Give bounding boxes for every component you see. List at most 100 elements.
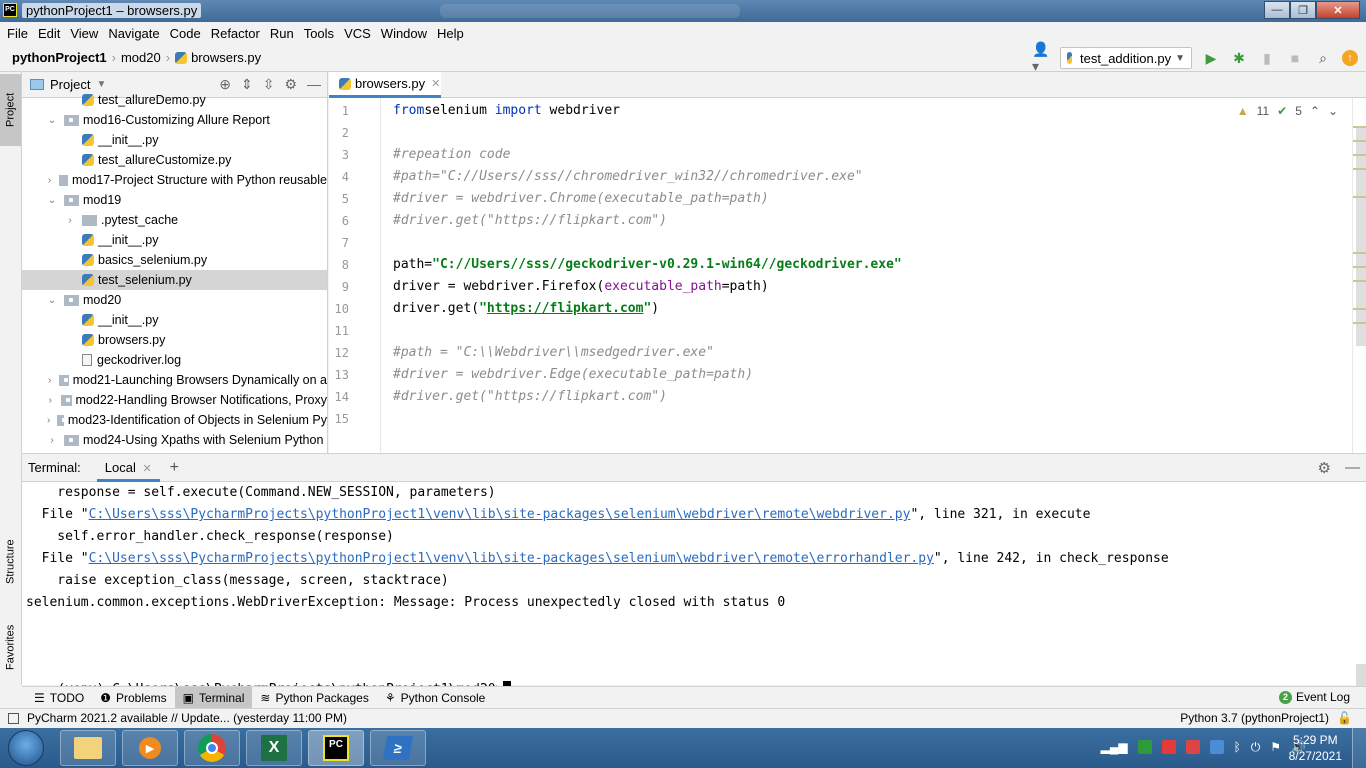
menu-refactor[interactable]: Refactor — [206, 26, 265, 41]
anydesk-icon[interactable] — [1161, 740, 1176, 754]
terminal-tab-local[interactable]: Local ✕ — [96, 454, 160, 482]
breadcrumb-folder[interactable]: mod20 — [121, 50, 161, 65]
restore-button[interactable]: ❐ — [1290, 1, 1316, 19]
taskbar-file-explorer[interactable] — [60, 730, 116, 766]
minimize-button[interactable]: — — [1264, 1, 1290, 19]
network-icon[interactable] — [1209, 740, 1224, 754]
close-tab-icon[interactable]: ✕ — [431, 77, 440, 90]
code-line[interactable]: #path = "C:\\Webdriver\\msedgedriver.exe… — [393, 342, 714, 364]
update-icon[interactable]: ↑ — [1342, 50, 1358, 66]
file-path-link[interactable]: C:\Users\sss\PycharmProjects\pythonProje… — [89, 551, 934, 566]
tool-tab-terminal[interactable]: ▣ Terminal — [174, 686, 253, 709]
code-line[interactable]: fromselenium import webdriver — [393, 100, 620, 122]
favorites-tool-tab[interactable]: Favorites — [0, 612, 21, 682]
signal-icon[interactable]: ▂▄▆ — [1101, 740, 1128, 755]
next-highlight-icon[interactable]: ⌄ — [1328, 104, 1338, 118]
power-icon[interactable]: ⏻ — [1251, 740, 1261, 755]
tree-item[interactable]: __init__.py — [22, 130, 327, 150]
debug-icon[interactable]: ✱ — [1230, 49, 1248, 67]
previous-highlight-icon[interactable]: ⌃ — [1310, 104, 1320, 118]
bluetooth-icon[interactable]: ᛒ — [1234, 740, 1241, 755]
warning-marker[interactable] — [1353, 322, 1366, 324]
tree-item[interactable]: ⌄ mod19 — [22, 190, 327, 210]
editor-tab-browsers[interactable]: browsers.py ✕ — [329, 72, 441, 98]
chevron-down-icon[interactable]: ⌄ — [46, 295, 58, 306]
chevron-down-icon[interactable]: ⌄ — [46, 115, 58, 126]
code-line[interactable]: #driver.get("https://flipkart.com") — [393, 210, 667, 232]
tree-item[interactable]: ⌄ mod20 — [22, 290, 327, 310]
search-icon[interactable]: ⌕ — [1314, 49, 1332, 67]
menu-file[interactable]: File — [2, 26, 33, 41]
user-icon[interactable]: 👤▾ — [1032, 41, 1050, 74]
menu-run[interactable]: Run — [265, 26, 299, 41]
chevron-down-icon[interactable]: ▼ — [96, 79, 106, 90]
breadcrumb-project[interactable]: pythonProject1 — [12, 50, 107, 65]
taskbar-chrome[interactable] — [184, 730, 240, 766]
tree-item[interactable]: › mod22-Handling Browser Notifications, P… — [22, 390, 327, 410]
tool-tab-todo[interactable]: ☰ TODO — [26, 687, 92, 709]
taskbar-powershell[interactable]: ≥ — [370, 730, 426, 766]
hide-icon[interactable]: — — [1345, 459, 1360, 477]
warning-marker[interactable] — [1353, 140, 1366, 142]
status-message[interactable]: PyCharm 2021.2 available // Update... (y… — [27, 711, 347, 725]
lock-icon[interactable]: 🔓 — [1337, 711, 1352, 725]
interpreter-selector[interactable]: Python 3.7 (pythonProject1) — [1180, 711, 1329, 725]
menu-view[interactable]: View — [65, 26, 103, 41]
menu-tools[interactable]: Tools — [299, 26, 339, 41]
close-button[interactable]: ✕ — [1316, 1, 1360, 19]
tree-item[interactable]: › mod24-Using Xpaths with Selenium Python — [22, 430, 327, 450]
screen-capture-icon[interactable] — [1185, 740, 1200, 754]
chevron-down-icon[interactable]: ⌄ — [46, 195, 58, 206]
run-configuration-select[interactable]: test_addition.py ▼ — [1060, 47, 1192, 69]
event-log-button[interactable]: 2 Event Log — [1278, 690, 1350, 704]
chevron-right-icon[interactable]: › — [46, 395, 55, 406]
tree-item[interactable]: __init__.py — [22, 230, 327, 250]
clock[interactable]: 5:29 PM 8/27/2021 — [1289, 732, 1342, 764]
warning-marker[interactable] — [1353, 154, 1366, 156]
warning-marker[interactable] — [1353, 126, 1366, 128]
menu-vcs[interactable]: VCS — [339, 26, 376, 41]
tree-item[interactable]: __init__.py — [22, 310, 327, 330]
gear-icon[interactable]: ⚙ — [1318, 459, 1331, 477]
tool-windows-toggle-icon[interactable] — [8, 712, 19, 724]
start-button[interactable] — [8, 730, 44, 766]
code-line[interactable]: #driver = webdriver.Edge(executable_path… — [393, 364, 753, 386]
structure-tool-tab[interactable]: Structure — [0, 522, 21, 602]
scrollbar-thumb[interactable] — [1356, 126, 1366, 346]
tree-item[interactable]: geckodriver.log — [22, 350, 327, 370]
action-center-icon[interactable]: ⚑ — [1270, 740, 1281, 755]
warning-marker[interactable] — [1353, 308, 1366, 310]
chevron-right-icon[interactable]: › — [46, 435, 58, 446]
code-line[interactable]: #driver = webdriver.Chrome(executable_pa… — [393, 188, 769, 210]
menu-edit[interactable]: Edit — [33, 26, 65, 41]
code-line[interactable]: path="C://Users//sss//geckodriver-v0.29.… — [393, 254, 902, 276]
project-tool-tab[interactable]: Project — [0, 74, 21, 146]
code-line[interactable]: driver = webdriver.Firefox(executable_pa… — [393, 276, 769, 298]
run-icon[interactable]: ▶ — [1202, 49, 1220, 67]
code-line[interactable]: #repeation code — [393, 144, 510, 166]
q-app-icon[interactable] — [1137, 740, 1152, 754]
warning-marker[interactable] — [1353, 168, 1366, 170]
tree-item[interactable]: test_allureCustomize.py — [22, 150, 327, 170]
taskbar-excel[interactable]: X — [246, 730, 302, 766]
menu-code[interactable]: Code — [165, 26, 206, 41]
chevron-right-icon[interactable]: › — [46, 375, 53, 386]
tree-item[interactable]: test_selenium.py — [22, 270, 327, 290]
warning-marker[interactable] — [1353, 196, 1366, 198]
menu-navigate[interactable]: Navigate — [103, 26, 164, 41]
inspection-widget[interactable]: ▲ 11 ✔ 5 ⌃ ⌄ — [1237, 104, 1338, 118]
chevron-right-icon[interactable]: › — [64, 215, 76, 226]
code-line[interactable]: #driver.get("https://flipkart.com") — [393, 386, 667, 408]
tree-item[interactable]: › mod17-Project Structure with Python reu… — [22, 170, 327, 190]
code-line[interactable]: driver.get("https://flipkart.com") — [393, 298, 659, 320]
tool-tab-problems[interactable]: ❶ Problems — [92, 687, 174, 709]
close-tab-icon[interactable]: ✕ — [142, 463, 151, 475]
tree-item[interactable]: test_allureDemo.py — [22, 90, 327, 110]
terminal-prompt-line[interactable]: (venv) C:\Users\sss\PycharmProjects\pyth… — [26, 657, 512, 698]
tree-item[interactable]: › mod23-Identification of Objects in Sele… — [22, 410, 327, 430]
tree-item[interactable]: basics_selenium.py — [22, 250, 327, 270]
chevron-right-icon[interactable]: › — [46, 415, 51, 426]
menu-window[interactable]: Window — [376, 26, 432, 41]
taskbar-media-player[interactable]: ▶ — [122, 730, 178, 766]
tree-item[interactable]: › mod21-Launching Browsers Dynamically on… — [22, 370, 327, 390]
